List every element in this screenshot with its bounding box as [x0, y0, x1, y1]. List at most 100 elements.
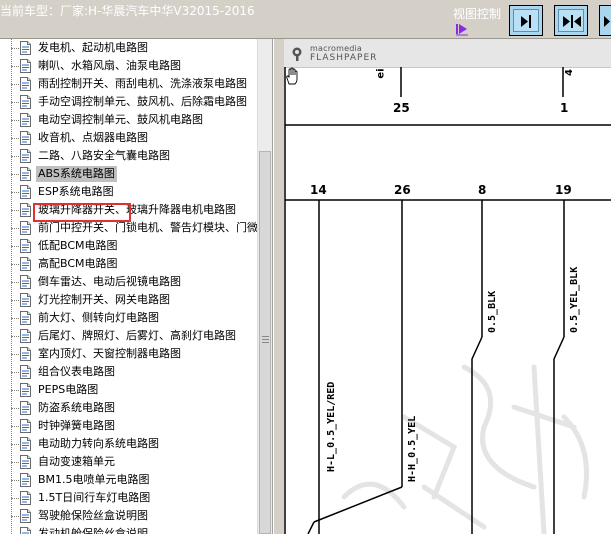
document-icon: [20, 41, 31, 55]
tree-item[interactable]: ABS系统电路图: [0, 165, 258, 183]
zoom-icon: [604, 16, 610, 27]
tree-item[interactable]: 发电机、起动机电路图: [0, 39, 258, 57]
document-icon: [20, 491, 31, 505]
tree-item-label: 室内顶灯、天窗控制器电路图: [38, 347, 181, 360]
tree-connector: [11, 480, 19, 481]
document-icon: [20, 347, 31, 361]
flashpaper-toolbar: macromedia FLASHPAPER: [284, 39, 611, 68]
tree-connector: [11, 426, 19, 427]
tree-item[interactable]: 收音机、点烟器电路图: [0, 129, 258, 147]
tree-connector: [11, 300, 19, 301]
tree-item-label: 手动空调控制单元、鼓风机、后除霜电路图: [38, 95, 247, 108]
document-icon: [20, 473, 31, 487]
tree-item[interactable]: 自动变速箱单元: [0, 453, 258, 471]
tree-item-label: PEPS电路图: [38, 383, 99, 396]
current-model-title: 当前车型：厂家:H-华晨汽车中华V32015-2016: [0, 4, 255, 18]
document-icon: [20, 401, 31, 415]
tree-item-label: 前门中控开关、门锁电机、警告灯模块、门微: [38, 221, 258, 234]
fit-width-icon: [521, 15, 531, 28]
tree-item[interactable]: 时钟弹簧电路图: [0, 417, 258, 435]
tree-connector: [11, 264, 19, 265]
document-icon: [20, 293, 31, 307]
tree-item[interactable]: 前大灯、侧转向灯电路图: [0, 309, 258, 327]
fit-width-button[interactable]: [509, 5, 543, 36]
tree-connector: [11, 48, 19, 49]
tree-connector: [11, 516, 19, 517]
tree-item[interactable]: 高配BCM电路图: [0, 255, 258, 273]
document-icon: [20, 329, 31, 343]
brand-macromedia: macromedia: [310, 44, 363, 53]
pin-label: 1: [560, 101, 569, 115]
tree-item-label: 1.5T日间行车灯电路图: [38, 491, 151, 504]
document-icon: [20, 437, 31, 451]
tree-item-label: 收音机、点烟器电路图: [38, 131, 148, 144]
pin-label: 25: [393, 101, 410, 115]
tree-item-label: 雨刮控制开关、雨刮电机、洗涤液泵电路图: [38, 77, 247, 90]
wire-label: 0.5_BLK: [487, 290, 498, 333]
tree-item[interactable]: 1.5T日间行车灯电路图: [0, 489, 258, 507]
title-bar: 当前车型：厂家:H-华晨汽车中华V32015-2016 视图控制: [0, 0, 611, 39]
document-icon: [20, 383, 31, 397]
tree-item-label: 电动助力转向系统电路图: [38, 437, 159, 450]
tree-item[interactable]: 后尾灯、牌照灯、后雾灯、高刹灯电路图: [0, 327, 258, 345]
tree-item[interactable]: 室内顶灯、天窗控制器电路图: [0, 345, 258, 363]
tree-item[interactable]: 驾驶舱保险丝盒说明图: [0, 507, 258, 525]
wire-label: H-L_0.5_YEL/RED: [326, 381, 337, 472]
top-label-right: 4: [563, 69, 575, 76]
tree-connector: [11, 156, 19, 157]
tree-connector: [11, 138, 19, 139]
tree-item[interactable]: 灯光控制开关、网关电路图: [0, 291, 258, 309]
tree-item-label: ABS系统电路图: [36, 166, 117, 182]
fit-page-button[interactable]: [554, 5, 588, 36]
zoom-button[interactable]: [599, 5, 611, 36]
tree-item[interactable]: 防盗系统电路图: [0, 399, 258, 417]
tree-item[interactable]: 倒车雷达、电动后视镜电路图: [0, 273, 258, 291]
document-icon: [20, 509, 31, 523]
arrow-right-icon: [456, 24, 468, 36]
tree-item[interactable]: 电动助力转向系统电路图: [0, 435, 258, 453]
tree-item[interactable]: ESP系统电路图: [0, 183, 258, 201]
tree-item-label: BM1.5电喷单元电路图: [38, 473, 150, 486]
document-icon: [20, 527, 31, 534]
document-icon: [20, 95, 31, 109]
tree-item[interactable]: PEPS电路图: [0, 381, 258, 399]
document-icon: [20, 113, 31, 127]
scrollbar-thumb[interactable]: [259, 151, 271, 534]
tree-item-label: 后尾灯、牌照灯、后雾灯、高刹灯电路图: [38, 329, 236, 342]
document-icon: [20, 149, 31, 163]
tree-item-label: 低配BCM电路图: [38, 239, 118, 252]
tree-item[interactable]: 手动空调控制单元、鼓风机、后除霜电路图: [0, 93, 258, 111]
pin-label: 19: [555, 183, 572, 197]
tree-item[interactable]: 组合仪表电路图: [0, 363, 258, 381]
tree-item[interactable]: BM1.5电喷单元电路图: [0, 471, 258, 489]
diagram-page: ei 4 25 1 14 26 8 19 H-L_0.5_YEL/RED H-H…: [284, 67, 611, 534]
tree-item[interactable]: 雨刮控制开关、雨刮电机、洗涤液泵电路图: [0, 75, 258, 93]
tree-connector: [11, 408, 19, 409]
tree-item-label: 二路、八路安全气囊电路图: [38, 149, 170, 162]
pin-label: 26: [394, 183, 411, 197]
tree-connector: [11, 102, 19, 103]
tree-item-label: ESP系统电路图: [38, 185, 114, 198]
document-icon: [20, 185, 31, 199]
sidebar-scrollbar[interactable]: [257, 39, 272, 534]
tree-item[interactable]: 发动机舱保险丝盒说明: [0, 525, 258, 534]
pane-splitter[interactable]: [273, 39, 284, 534]
document-icon: [20, 455, 31, 469]
tree-item[interactable]: 喇叭、水箱风扇、油泵电路图: [0, 57, 258, 75]
tree-connector: [11, 372, 19, 373]
tree-item[interactable]: 低配BCM电路图: [0, 237, 258, 255]
document-icon: [20, 131, 31, 145]
brand-flashpaper: FLASHPAPER: [310, 53, 378, 63]
tree-connector: [11, 444, 19, 445]
tree-connector: [11, 228, 19, 229]
tree-item[interactable]: 二路、八路安全气囊电路图: [0, 147, 258, 165]
top-label-left: ei: [375, 68, 387, 79]
document-icon: [20, 203, 31, 217]
hand-cursor-icon: [286, 67, 298, 85]
wire-label: H-H_0.5_YEL: [407, 415, 418, 482]
tree-connector: [11, 84, 19, 85]
tree-connector: [11, 318, 19, 319]
flashpaper-logo-icon: [292, 47, 302, 61]
tree-connector: [11, 174, 19, 175]
tree-item[interactable]: 电动空调控制单元、鼓风机电路图: [0, 111, 258, 129]
